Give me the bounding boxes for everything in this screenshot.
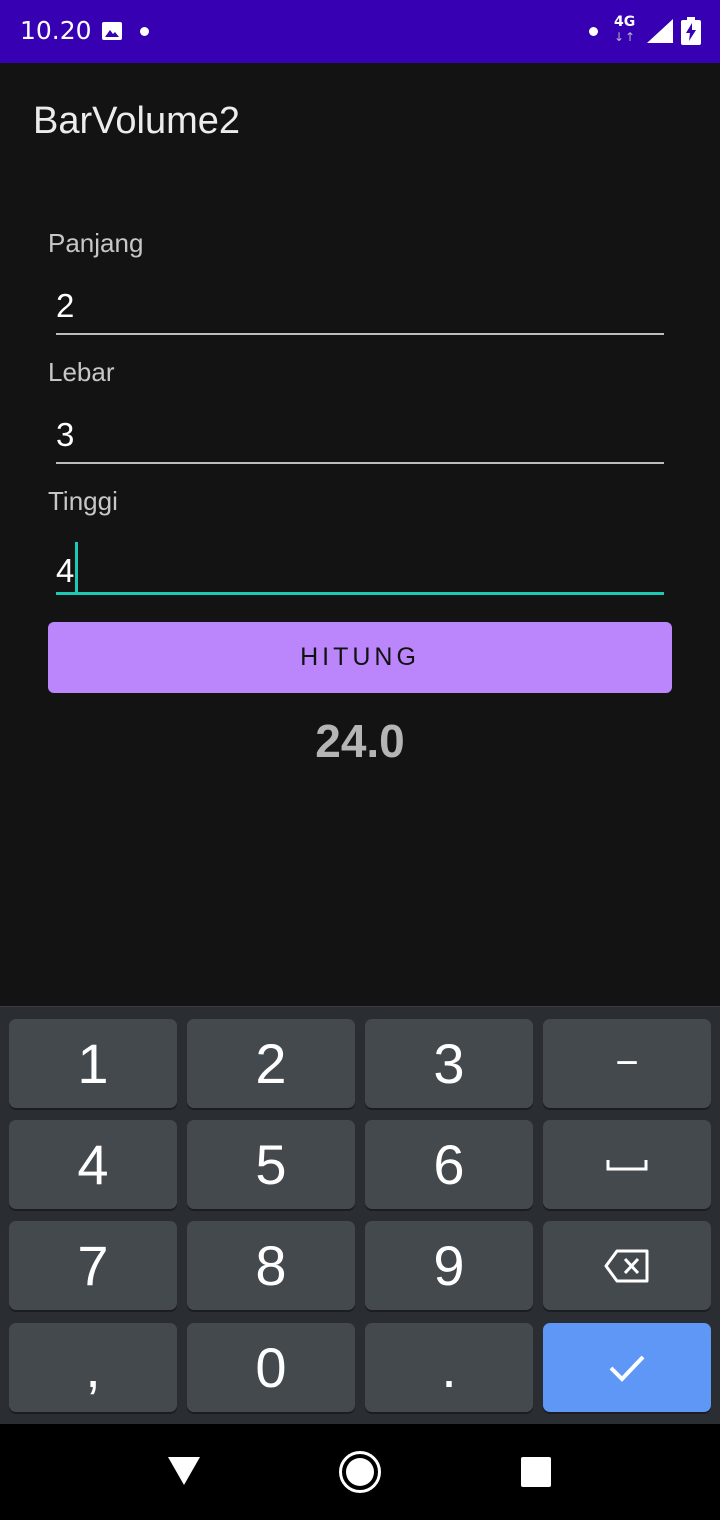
key-comma[interactable]: , <box>9 1323 177 1412</box>
status-time: 10.20 <box>20 16 92 45</box>
tinggi-underline <box>56 592 664 595</box>
tinggi-label: Tinggi <box>48 486 118 516</box>
status-bar: 10.20 4G ↓↑ <box>0 0 720 63</box>
key-1[interactable]: 1 <box>9 1019 177 1108</box>
key-5[interactable]: 5 <box>187 1120 355 1209</box>
key-9[interactable]: 9 <box>365 1221 533 1310</box>
key-minus[interactable]: − <box>543 1019 711 1108</box>
network-type-label: 4G <box>614 14 636 30</box>
network-activity-icon: ↓↑ <box>614 30 637 44</box>
backspace-icon <box>604 1249 649 1282</box>
battery-charging-icon <box>681 17 701 45</box>
panjang-input[interactable]: 2 <box>56 284 664 334</box>
lebar-label: Lebar <box>48 357 115 387</box>
key-3[interactable]: 3 <box>365 1019 533 1108</box>
navigation-bar <box>0 1424 720 1520</box>
key-4[interactable]: 4 <box>9 1120 177 1209</box>
key-backspace[interactable] <box>543 1221 711 1310</box>
key-8[interactable]: 8 <box>187 1221 355 1310</box>
image-icon <box>102 22 122 40</box>
key-done[interactable] <box>543 1323 711 1412</box>
status-dot-icon <box>589 27 598 36</box>
back-icon[interactable] <box>167 1456 201 1486</box>
panjang-value: 2 <box>56 287 75 324</box>
text-cursor <box>75 542 79 592</box>
lebar-value: 3 <box>56 416 75 453</box>
result-text: 24.0 <box>315 715 405 767</box>
key-space[interactable] <box>543 1120 711 1209</box>
key-7[interactable]: 7 <box>9 1221 177 1310</box>
key-2[interactable]: 2 <box>187 1019 355 1108</box>
recents-icon[interactable] <box>521 1457 551 1487</box>
hitung-button[interactable]: HITUNG <box>48 622 672 693</box>
key-period[interactable]: . <box>365 1323 533 1412</box>
panjang-label: Panjang <box>48 228 144 258</box>
space-icon <box>606 1159 648 1170</box>
notification-dot-icon <box>140 27 149 36</box>
key-0[interactable]: 0 <box>187 1323 355 1412</box>
signal-icon <box>647 19 673 43</box>
tinggi-input[interactable]: 4 <box>56 542 664 592</box>
panjang-underline <box>56 333 664 335</box>
app-title: BarVolume2 <box>33 100 241 142</box>
tinggi-value: 4 <box>56 552 75 589</box>
key-6[interactable]: 6 <box>365 1120 533 1209</box>
home-icon[interactable] <box>338 1450 382 1494</box>
lebar-underline <box>56 462 664 464</box>
lebar-input[interactable]: 3 <box>56 413 664 463</box>
numeric-keyboard: 1 2 3 − 4 5 6 7 8 9 , 0 . <box>0 1006 720 1424</box>
checkmark-icon <box>609 1355 645 1382</box>
